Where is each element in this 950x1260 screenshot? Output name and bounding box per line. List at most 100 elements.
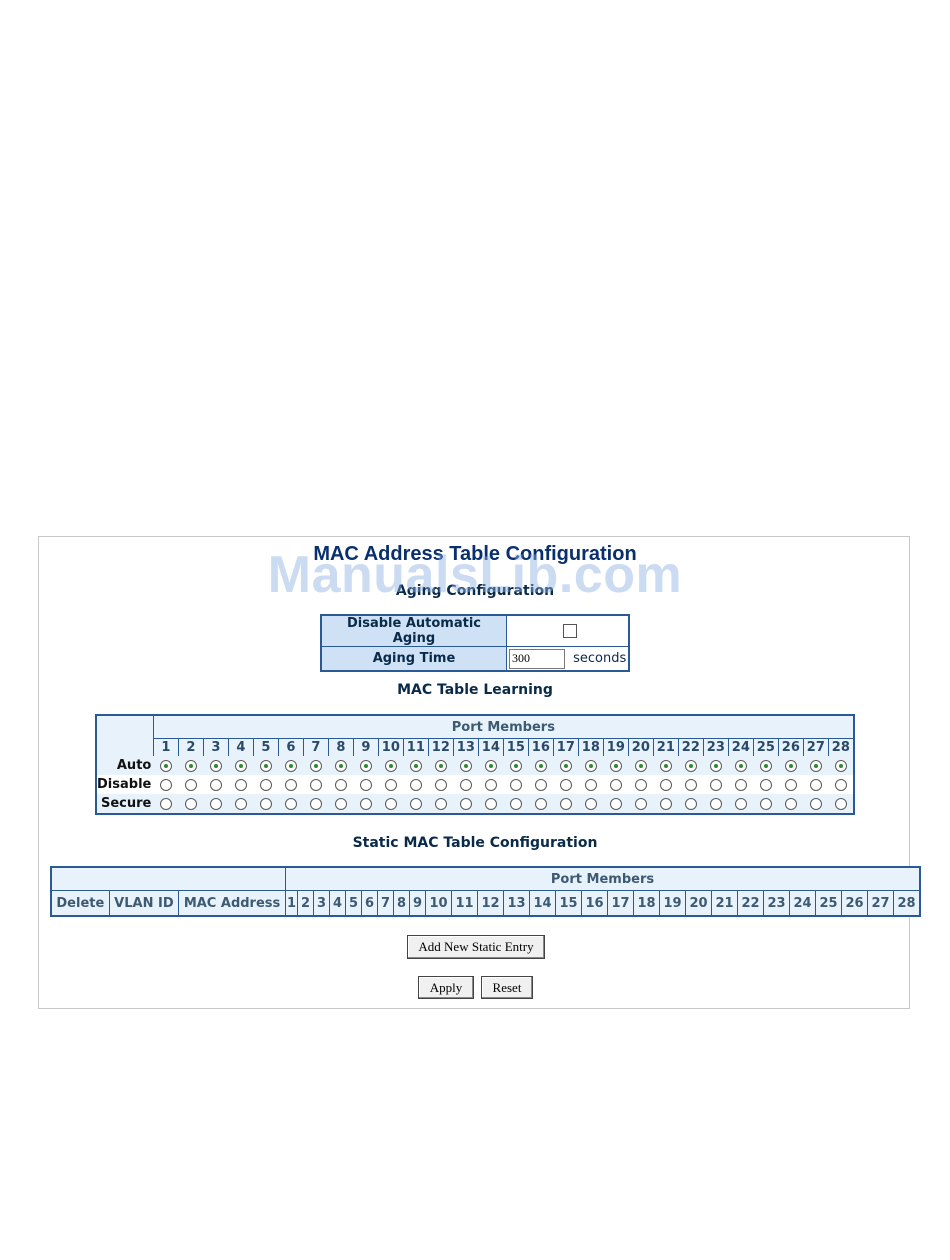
learning-radio-secure-port-21[interactable] <box>659 797 672 810</box>
learning-radio-secure-port-28[interactable] <box>834 797 847 810</box>
learning-radio-auto-port-20[interactable] <box>634 759 647 772</box>
learning-radio-auto-port-15[interactable] <box>509 759 522 772</box>
learning-radio-auto-port-3[interactable] <box>209 759 222 772</box>
learning-radio-disable-port-20[interactable] <box>634 778 647 791</box>
learning-radio-secure-port-22[interactable] <box>684 797 697 810</box>
learning-radio-secure-port-27[interactable] <box>809 797 822 810</box>
learning-cell <box>753 775 779 794</box>
learning-corner-2 <box>96 738 154 756</box>
learning-radio-auto-port-8[interactable] <box>334 759 347 772</box>
learning-radio-auto-port-9[interactable] <box>359 759 372 772</box>
learning-radio-disable-port-22[interactable] <box>684 778 697 791</box>
learning-cell <box>653 775 679 794</box>
learning-radio-disable-port-2[interactable] <box>184 778 197 791</box>
learning-radio-disable-port-19[interactable] <box>609 778 622 791</box>
learning-radio-auto-port-4[interactable] <box>234 759 247 772</box>
learning-radio-disable-port-9[interactable] <box>359 778 372 791</box>
learning-radio-auto-port-1[interactable] <box>159 759 172 772</box>
reset-button[interactable]: Reset <box>481 976 533 999</box>
learning-radio-secure-port-10[interactable] <box>384 797 397 810</box>
apply-button[interactable]: Apply <box>418 976 474 999</box>
learning-radio-disable-port-14[interactable] <box>484 778 497 791</box>
learning-radio-auto-port-6[interactable] <box>284 759 297 772</box>
learning-radio-auto-port-2[interactable] <box>184 759 197 772</box>
disable-aging-checkbox[interactable] <box>563 624 577 638</box>
learning-radio-auto-port-25[interactable] <box>759 759 772 772</box>
learning-radio-auto-port-28[interactable] <box>834 759 847 772</box>
learning-radio-auto-port-13[interactable] <box>459 759 472 772</box>
learning-radio-secure-port-2[interactable] <box>184 797 197 810</box>
learning-radio-auto-port-22[interactable] <box>684 759 697 772</box>
learning-radio-secure-port-26[interactable] <box>784 797 797 810</box>
learning-radio-auto-port-7[interactable] <box>309 759 322 772</box>
learning-port-number: 5 <box>252 738 279 756</box>
learning-port-number: 16 <box>527 738 554 756</box>
learning-radio-secure-port-5[interactable] <box>259 797 272 810</box>
learning-radio-secure-port-6[interactable] <box>284 797 297 810</box>
learning-radio-disable-port-10[interactable] <box>384 778 397 791</box>
learning-radio-secure-port-1[interactable] <box>159 797 172 810</box>
learning-radio-secure-port-4[interactable] <box>234 797 247 810</box>
learning-radio-disable-port-26[interactable] <box>784 778 797 791</box>
learning-radio-secure-port-20[interactable] <box>634 797 647 810</box>
learning-radio-disable-port-7[interactable] <box>309 778 322 791</box>
learning-cell <box>503 775 529 794</box>
learning-radio-auto-port-26[interactable] <box>784 759 797 772</box>
learning-radio-disable-port-27[interactable] <box>809 778 822 791</box>
learning-radio-disable-port-1[interactable] <box>159 778 172 791</box>
aging-time-input[interactable] <box>509 648 565 669</box>
learning-radio-auto-port-19[interactable] <box>609 759 622 772</box>
learning-radio-secure-port-12[interactable] <box>434 797 447 810</box>
learning-radio-disable-port-17[interactable] <box>559 778 572 791</box>
learning-radio-secure-port-14[interactable] <box>484 797 497 810</box>
learning-radio-secure-port-18[interactable] <box>584 797 597 810</box>
learning-radio-auto-port-11[interactable] <box>409 759 422 772</box>
add-static-entry-button[interactable]: Add New Static Entry <box>407 935 545 959</box>
learning-radio-disable-port-8[interactable] <box>334 778 347 791</box>
learning-radio-secure-port-19[interactable] <box>609 797 622 810</box>
learning-radio-secure-port-11[interactable] <box>409 797 422 810</box>
learning-radio-auto-port-17[interactable] <box>559 759 572 772</box>
learning-radio-disable-port-21[interactable] <box>659 778 672 791</box>
learning-radio-secure-port-25[interactable] <box>759 797 772 810</box>
learning-radio-secure-port-3[interactable] <box>209 797 222 810</box>
learning-radio-disable-port-13[interactable] <box>459 778 472 791</box>
learning-radio-disable-port-16[interactable] <box>534 778 547 791</box>
learning-radio-disable-port-12[interactable] <box>434 778 447 791</box>
learning-radio-auto-port-12[interactable] <box>434 759 447 772</box>
learning-radio-auto-port-16[interactable] <box>534 759 547 772</box>
learning-radio-secure-port-8[interactable] <box>334 797 347 810</box>
aging-heading: Aging Configuration <box>395 583 555 599</box>
learning-radio-disable-port-3[interactable] <box>209 778 222 791</box>
learning-radio-disable-port-11[interactable] <box>409 778 422 791</box>
learning-radio-secure-port-9[interactable] <box>359 797 372 810</box>
learning-radio-auto-port-21[interactable] <box>659 759 672 772</box>
learning-radio-auto-port-27[interactable] <box>809 759 822 772</box>
learning-radio-secure-port-15[interactable] <box>509 797 522 810</box>
learning-radio-disable-port-23[interactable] <box>709 778 722 791</box>
learning-radio-disable-port-6[interactable] <box>284 778 297 791</box>
learning-radio-disable-port-18[interactable] <box>584 778 597 791</box>
learning-radio-disable-port-5[interactable] <box>259 778 272 791</box>
learning-radio-disable-port-15[interactable] <box>509 778 522 791</box>
learning-radio-disable-port-25[interactable] <box>759 778 772 791</box>
learning-radio-secure-port-17[interactable] <box>559 797 572 810</box>
learning-radio-disable-port-28[interactable] <box>834 778 847 791</box>
learning-radio-auto-port-23[interactable] <box>709 759 722 772</box>
learning-radio-auto-port-18[interactable] <box>584 759 597 772</box>
learning-radio-secure-port-16[interactable] <box>534 797 547 810</box>
learning-radio-auto-port-10[interactable] <box>384 759 397 772</box>
learning-radio-disable-port-24[interactable] <box>734 778 747 791</box>
learning-cell <box>353 756 379 775</box>
learning-radio-secure-port-24[interactable] <box>734 797 747 810</box>
learning-radio-disable-port-4[interactable] <box>234 778 247 791</box>
learning-radio-auto-port-14[interactable] <box>484 759 497 772</box>
learning-port-number: 23 <box>702 738 729 756</box>
learning-radio-auto-port-5[interactable] <box>259 759 272 772</box>
learning-radio-secure-port-13[interactable] <box>459 797 472 810</box>
learning-radio-secure-port-23[interactable] <box>709 797 722 810</box>
learning-radio-secure-port-7[interactable] <box>309 797 322 810</box>
learning-radio-auto-port-24[interactable] <box>734 759 747 772</box>
static-port-column: 7 <box>377 890 394 916</box>
static-port-column: 17 <box>607 890 634 916</box>
